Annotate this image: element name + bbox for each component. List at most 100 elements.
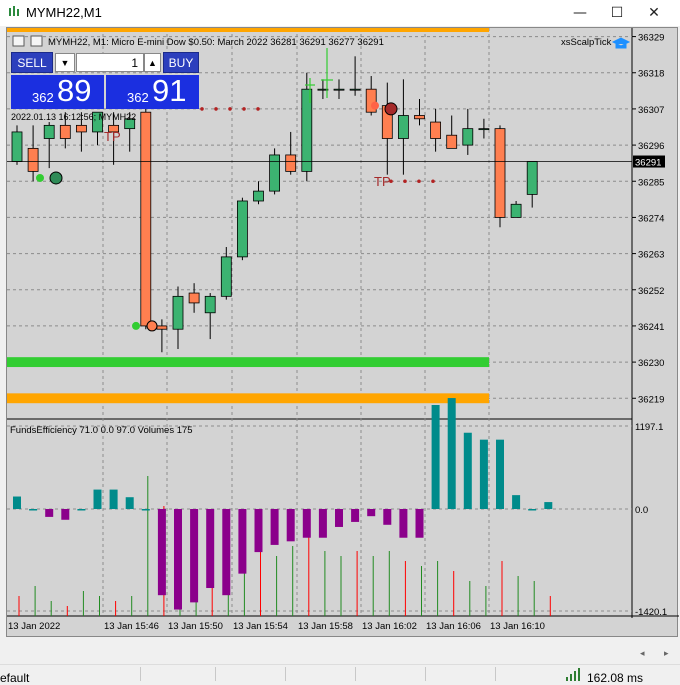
funds-efficiency-bar bbox=[61, 509, 70, 520]
funds-efficiency-bar bbox=[238, 509, 247, 574]
candle-body bbox=[172, 295, 184, 330]
funds-efficiency-bar bbox=[383, 509, 392, 525]
tp-level-dot bbox=[214, 107, 218, 111]
candle-body bbox=[188, 292, 200, 304]
funds-efficiency-bar bbox=[479, 439, 488, 509]
chart-area[interactable]: 36329 36318 36307 36296 36285 36274 36263 36252… bbox=[6, 27, 679, 638]
sell-price-prefix: 362 bbox=[32, 90, 54, 105]
candle-body bbox=[220, 256, 232, 297]
time-axis-label: 13 Jan 16:10 bbox=[490, 621, 545, 632]
candle-body bbox=[76, 124, 87, 133]
sell-price-box[interactable]: 362 89 bbox=[11, 73, 104, 109]
funds-efficiency-bar bbox=[206, 509, 215, 589]
funds-efficiency-bar bbox=[77, 509, 86, 511]
price-axis-label: 36318 bbox=[638, 69, 664, 80]
funds-efficiency-bar bbox=[141, 509, 150, 511]
candle-body bbox=[269, 154, 281, 192]
maximize-button[interactable]: ☐ bbox=[603, 2, 631, 24]
top-zone-band bbox=[7, 28, 489, 32]
candle-body bbox=[140, 111, 152, 327]
indicator-name: xsScalpTick bbox=[561, 37, 612, 48]
status-separator bbox=[285, 667, 286, 681]
funds-efficiency-bar bbox=[93, 489, 102, 509]
tp-level-dot bbox=[403, 179, 407, 184]
candle-body bbox=[204, 295, 216, 314]
time-axis-label: 13 Jan 15:50 bbox=[168, 621, 223, 632]
current-price-label: 36291 bbox=[635, 158, 661, 169]
connection-signal-icon bbox=[566, 668, 580, 681]
candle-body bbox=[236, 200, 248, 258]
status-separator bbox=[215, 667, 216, 681]
status-separator bbox=[425, 667, 426, 681]
funds-efficiency-bar bbox=[29, 509, 38, 511]
funds-efficiency-bar bbox=[125, 497, 134, 509]
indicator-axis-label: 0.0 bbox=[635, 505, 648, 516]
one-click-trading-panel: SELL ▼ 1 ▲ BUY 362 89 362 91 bbox=[11, 52, 199, 109]
candle-body bbox=[494, 128, 506, 218]
funds-efficiency-bar bbox=[222, 509, 231, 596]
tp-level-dot bbox=[417, 179, 421, 184]
funds-efficiency-bar bbox=[190, 509, 199, 603]
funds-efficiency-bar bbox=[109, 489, 118, 509]
time-axis-label: 13 Jan 15:54 bbox=[233, 621, 288, 632]
lot-size-input[interactable]: 1 bbox=[76, 53, 144, 72]
lot-dropdown-icon[interactable]: ▼ bbox=[55, 53, 75, 72]
candle-body bbox=[349, 88, 361, 91]
chart-header: MYMH22, M1: Micro E-mini Dow $0.50: Marc… bbox=[48, 37, 384, 48]
candle-body bbox=[478, 128, 490, 131]
funds-efficiency-bar bbox=[335, 509, 343, 527]
candle-body bbox=[285, 154, 297, 172]
price-axis-label: 36285 bbox=[638, 177, 664, 188]
funds-efficiency-bar bbox=[13, 496, 21, 509]
tp-marker-label: TP bbox=[104, 129, 121, 144]
close-button[interactable]: ✕ bbox=[640, 2, 668, 24]
sell-price-main: 89 bbox=[57, 73, 92, 108]
funds-efficiency-bar bbox=[174, 509, 182, 610]
candle-body bbox=[11, 131, 23, 162]
candle-body bbox=[156, 325, 168, 330]
funds-efficiency-bar bbox=[157, 509, 166, 596]
horizontal-scroll-strip[interactable]: ◂ ▸ bbox=[0, 648, 680, 662]
sell-button[interactable]: SELL bbox=[11, 52, 53, 73]
buy-signal-dot bbox=[132, 321, 140, 330]
tp-level-dot bbox=[256, 107, 260, 111]
funds-efficiency-bar bbox=[270, 509, 279, 545]
price-chart[interactable]: 36329 36318 36307 36296 36285 36274 36263 36252… bbox=[7, 28, 679, 638]
chart-properties-icon bbox=[30, 35, 43, 47]
funds-efficiency-bar bbox=[512, 495, 521, 509]
chart-menu-icon bbox=[12, 35, 25, 47]
time-axis-label: 13 Jan 15:58 bbox=[298, 621, 353, 632]
scroll-left-icon[interactable]: ◂ bbox=[640, 648, 645, 659]
funds-efficiency-bar bbox=[367, 509, 376, 517]
time-axis-label: 13 Jan 16:06 bbox=[426, 621, 481, 632]
status-separator bbox=[140, 667, 141, 681]
time-axis-label: 13 Jan 2022 bbox=[8, 621, 60, 632]
price-axis-label: 36329 bbox=[638, 33, 664, 44]
time-axis-label: 13 Jan 15:46 bbox=[104, 621, 159, 632]
lot-increase-icon[interactable]: ▲ bbox=[144, 53, 161, 72]
buy-price-box[interactable]: 362 91 bbox=[106, 73, 199, 109]
timestamp-label: 2022.01.13 16:12:56; MYMH22 bbox=[11, 112, 136, 122]
scroll-right-icon[interactable]: ▸ bbox=[664, 648, 669, 659]
buy-price-prefix: 362 bbox=[127, 90, 149, 105]
funds-efficiency-bar bbox=[302, 509, 311, 538]
price-axis-label: 36307 bbox=[638, 105, 664, 116]
candle-body bbox=[43, 124, 55, 139]
buy-price-main: 91 bbox=[152, 73, 187, 108]
minimize-button[interactable]: — bbox=[566, 2, 594, 24]
price-axis-label: 36274 bbox=[638, 213, 664, 224]
candle-body bbox=[446, 134, 458, 149]
candle-body bbox=[27, 147, 39, 172]
price-axis-label: 36252 bbox=[638, 286, 664, 297]
funds-efficiency-bar bbox=[528, 509, 537, 511]
indicator-title: FundsEfficiency 71.0 0.0 97.0 Volumes 17… bbox=[10, 425, 193, 436]
candle-body bbox=[510, 203, 522, 218]
terminal-window: MYMH22,M1 — ☐ ✕ 36329 36318 36307 36296 3628… bbox=[0, 0, 680, 685]
time-axis-label: 13 Jan 16:02 bbox=[362, 621, 417, 632]
funds-efficiency-bar bbox=[318, 509, 327, 538]
funds-efficiency-bar bbox=[351, 509, 360, 522]
entry-marker-icon bbox=[146, 320, 158, 332]
indicator-axis-label: 1197.1 bbox=[635, 422, 663, 433]
buy-button[interactable]: BUY bbox=[163, 52, 199, 73]
price-axis-label: 36241 bbox=[638, 322, 664, 333]
